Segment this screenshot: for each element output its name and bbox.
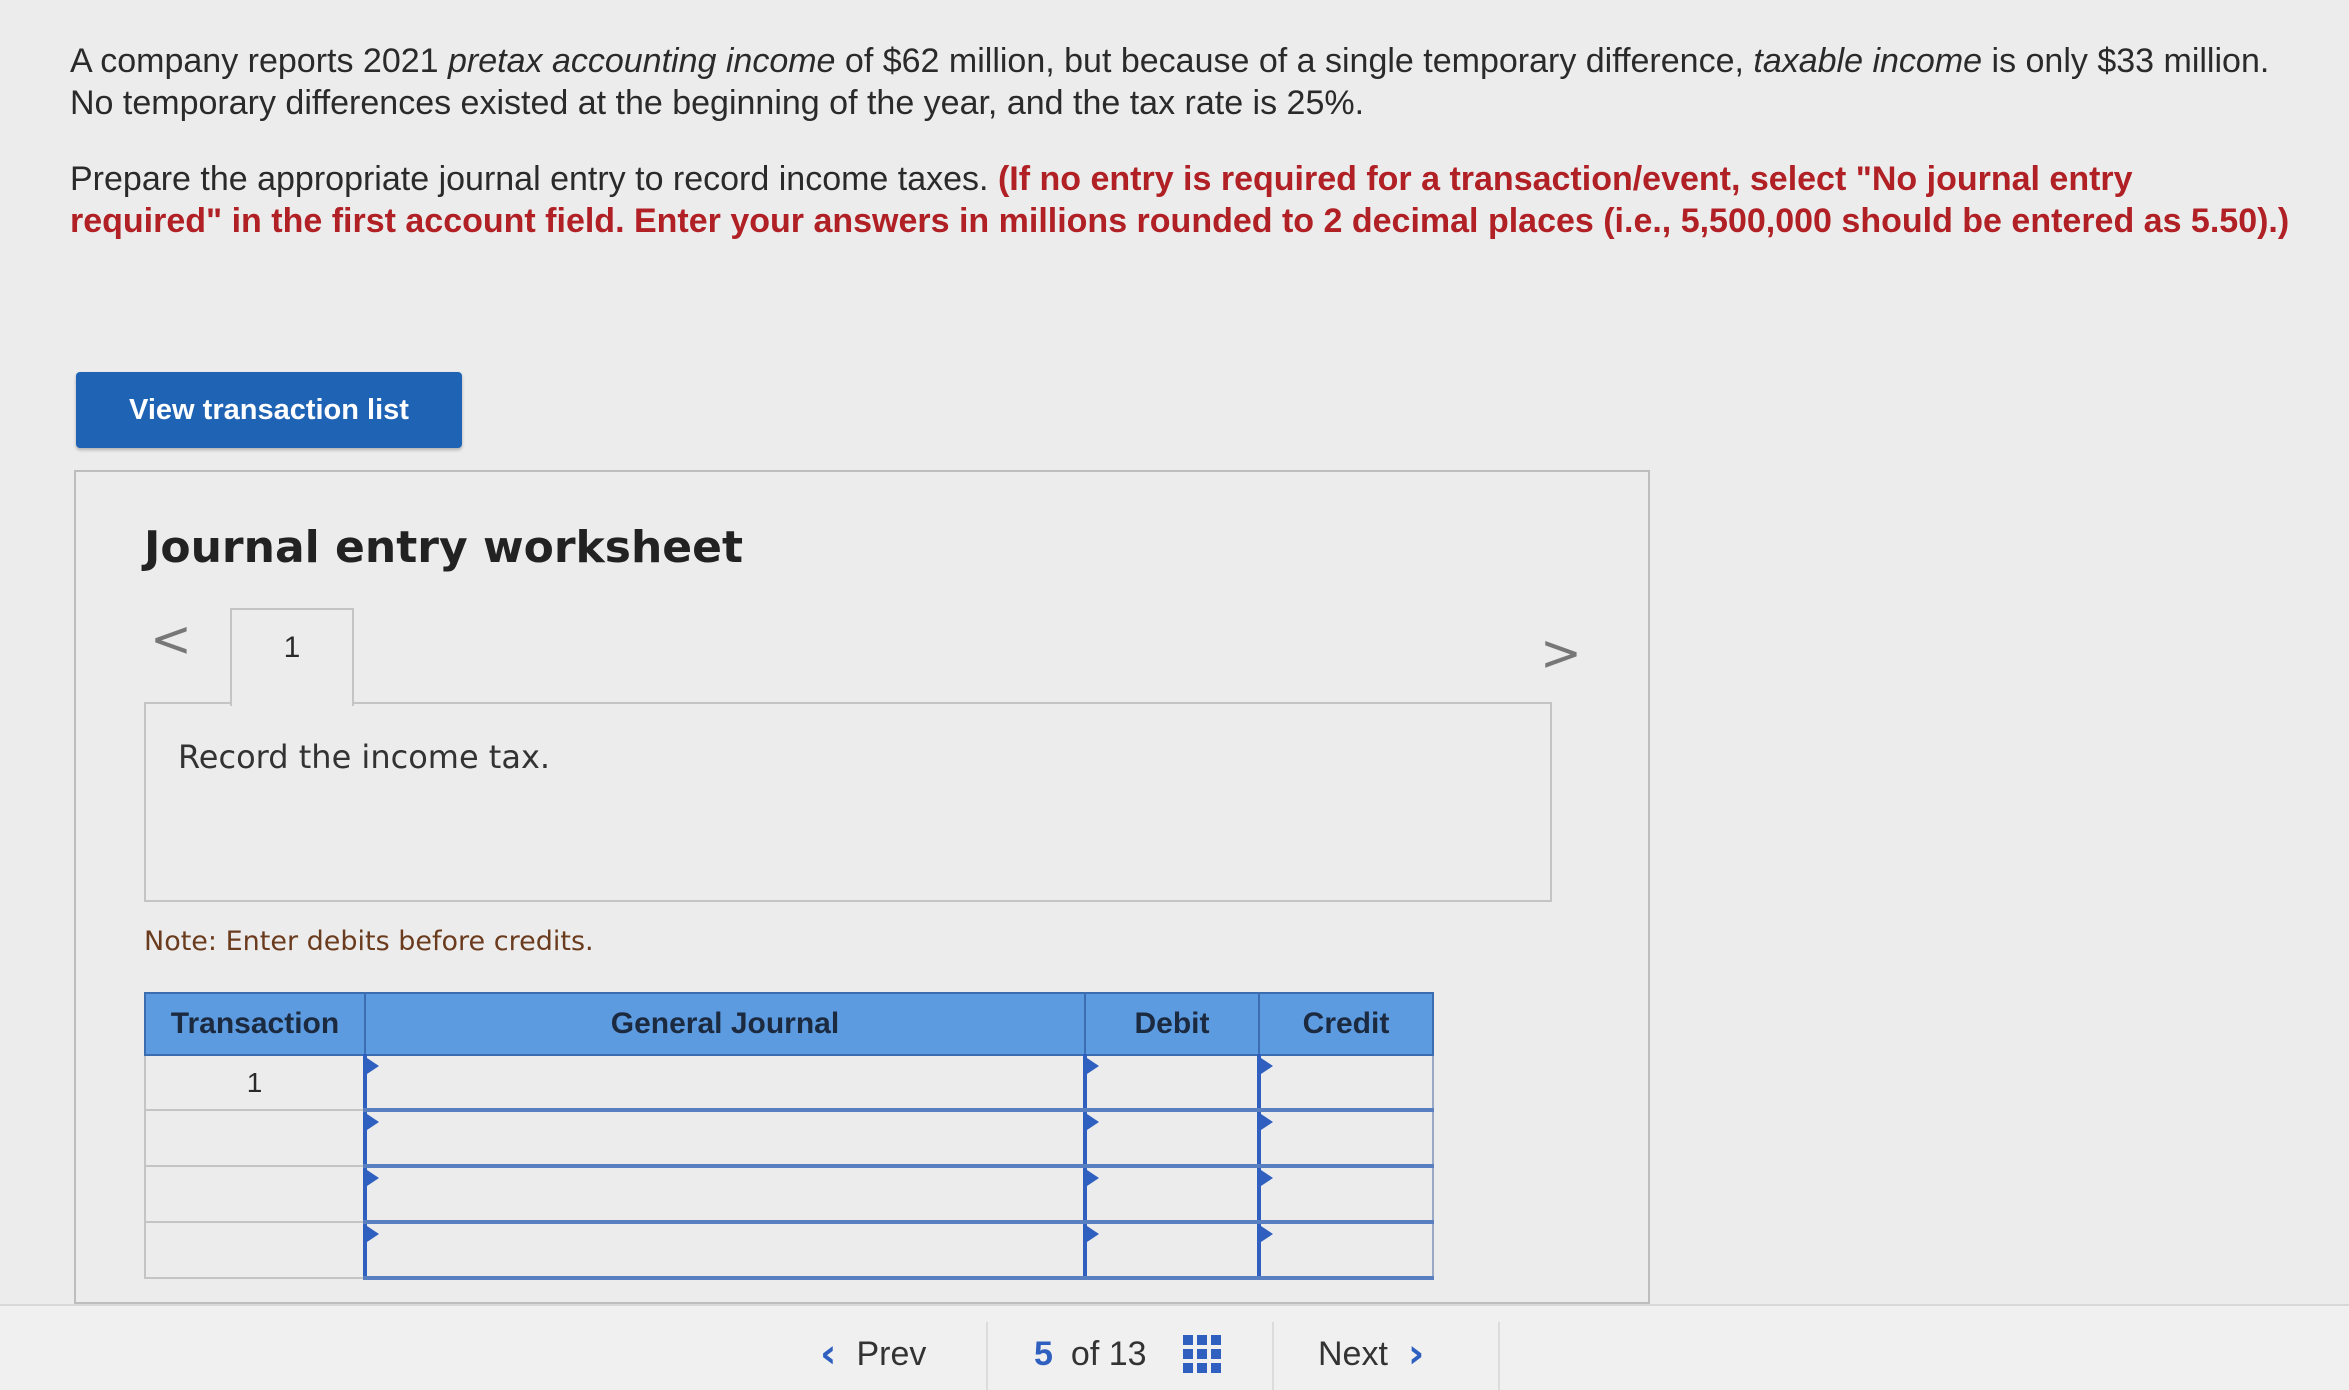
transaction-number: 1 [144,1054,366,1111]
question-text-part: A company reports 2021 [70,42,449,80]
prev-label: Prev [856,1334,927,1373]
column-header-credit: Credit [1258,992,1434,1056]
page-total: of 13 [1070,1334,1147,1373]
transaction-description: Record the income tax. [178,738,551,776]
debit-input[interactable] [1083,1221,1260,1280]
current-page: 5 [1034,1334,1053,1373]
divider [1272,1322,1274,1390]
tab-transaction-1[interactable]: 1 [230,608,354,706]
chevron-right-icon[interactable]: > [1540,628,1582,678]
transaction-number [144,1109,366,1167]
question-paragraph-1: A company reports 2021 pretax accounting… [70,40,2290,124]
table-row [144,1165,1434,1224]
credit-input[interactable] [1257,1054,1434,1112]
debit-credit-note: Note: Enter debits before credits. [144,926,594,957]
table-row [144,1221,1434,1280]
transaction-number [144,1221,366,1279]
question-text-part: Prepare the appropriate journal entry to… [70,160,998,198]
prev-button[interactable]: ‹ Prev [800,1318,926,1390]
next-button[interactable]: Next › [1318,1318,1444,1390]
credit-input[interactable] [1257,1165,1434,1224]
question-text: A company reports 2021 pretax accounting… [70,40,2290,276]
divider [1498,1322,1500,1390]
account-select[interactable] [363,1109,1086,1168]
account-select[interactable] [363,1054,1086,1112]
journal-entry-worksheet: Journal entry worksheet < > 1 Record the… [74,470,1650,1304]
next-label: Next [1318,1334,1388,1373]
question-text-part: of $62 million, but because of a single … [835,42,1754,80]
worksheet-title: Journal entry worksheet [144,522,744,573]
page-indicator[interactable]: 5 of 13 [1034,1318,1221,1390]
column-header-general-journal: General Journal [364,992,1086,1056]
question-paragraph-2: Prepare the appropriate journal entry to… [70,158,2290,242]
term-taxable-income: taxable income [1753,42,1983,80]
view-transaction-list-button[interactable]: View transaction list [76,372,462,448]
journal-table: Transaction General Journal Debit Credit… [144,992,1434,1280]
account-select[interactable] [363,1221,1086,1280]
chevron-right-icon: › [1407,1331,1425,1377]
column-header-debit: Debit [1084,992,1260,1056]
credit-input[interactable] [1257,1221,1434,1280]
table-row [144,1109,1434,1168]
question-navigation-footer: ‹ Prev 5 of 13 Next › [0,1304,2349,1390]
table-row: 1 [144,1054,1434,1112]
grid-icon[interactable] [1182,1335,1221,1373]
debit-input[interactable] [1083,1054,1260,1112]
chevron-left-icon[interactable]: < [150,614,192,664]
term-pretax-accounting-income: pretax accounting income [448,42,836,80]
account-select[interactable] [363,1165,1086,1224]
divider [986,1322,988,1390]
transaction-description-box: Record the income tax. [144,702,1552,902]
debit-input[interactable] [1083,1109,1260,1168]
debit-input[interactable] [1083,1165,1260,1224]
chevron-left-icon: ‹ [820,1331,837,1377]
transaction-number [144,1165,366,1223]
credit-input[interactable] [1257,1109,1434,1168]
journal-header-row: Transaction General Journal Debit Credit [144,992,1434,1056]
column-header-transaction: Transaction [144,992,366,1056]
